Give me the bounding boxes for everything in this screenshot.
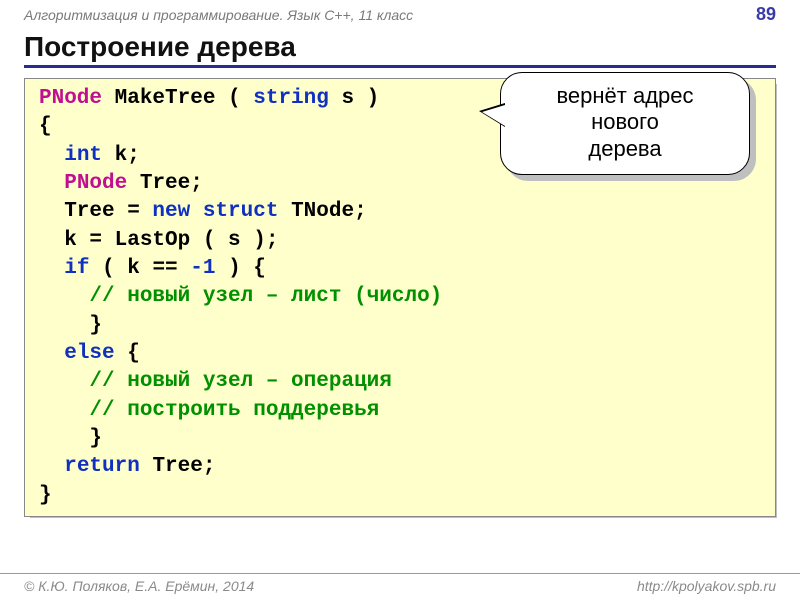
code-token: struct <box>203 200 279 223</box>
code-token <box>39 370 89 393</box>
code-token: ( k == <box>89 257 190 280</box>
code-token: Tree = <box>39 200 152 223</box>
slide-title: Построение дерева <box>24 31 776 68</box>
code-token <box>190 200 203 223</box>
code-token: k = LastOp ( s ); <box>39 229 278 252</box>
callout: вернёт адрес нового дерева <box>500 72 750 175</box>
code-comment: // построить поддеревья <box>89 399 379 422</box>
code-token <box>39 455 64 478</box>
code-token <box>39 172 64 195</box>
code-token <box>39 285 89 308</box>
code-token: new <box>152 200 190 223</box>
code-token: int <box>64 144 102 167</box>
code-token: } <box>39 314 102 337</box>
code-token <box>39 399 89 422</box>
code-comment: // новый узел – лист (число) <box>89 285 442 308</box>
code-token: if <box>64 257 89 280</box>
slide-header: Алгоритмизация и программирование. Язык … <box>0 0 800 27</box>
code-token: { <box>39 115 52 138</box>
code-token <box>39 257 64 280</box>
slide-footer: © К.Ю. Поляков, Е.А. Ерёмин, 2014 http:/… <box>0 573 800 600</box>
callout-line: нового <box>519 109 731 135</box>
code-token: } <box>39 427 102 450</box>
course-title: Алгоритмизация и программирование. Язык … <box>24 7 413 23</box>
callout-line: дерева <box>519 136 731 162</box>
code-token: } <box>39 484 52 507</box>
code-token: -1 <box>190 257 215 280</box>
code-comment: // новый узел – операция <box>89 370 391 393</box>
footer-copyright: © К.Ю. Поляков, Е.А. Ерёмин, 2014 <box>24 578 254 594</box>
code-token: TNode; <box>278 200 366 223</box>
code-token: ) { <box>215 257 265 280</box>
code-token: return <box>64 455 140 478</box>
callout-line: вернёт адрес <box>519 83 731 109</box>
code-token: { <box>115 342 140 365</box>
code-token: string <box>253 87 329 110</box>
code-token <box>39 144 64 167</box>
callout-tail-icon <box>479 103 505 127</box>
code-token: k; <box>102 144 140 167</box>
code-token: PNode <box>39 87 102 110</box>
code-token <box>39 342 64 365</box>
page-number: 89 <box>756 4 776 25</box>
code-token: PNode <box>64 172 127 195</box>
code-token: MakeTree ( <box>102 87 253 110</box>
code-token: s ) <box>329 87 379 110</box>
code-token: Tree; <box>127 172 203 195</box>
code-token: else <box>64 342 114 365</box>
footer-url: http://kpolyakov.spb.ru <box>637 578 776 594</box>
code-token: Tree; <box>140 455 216 478</box>
callout-bubble: вернёт адрес нового дерева <box>500 72 750 175</box>
